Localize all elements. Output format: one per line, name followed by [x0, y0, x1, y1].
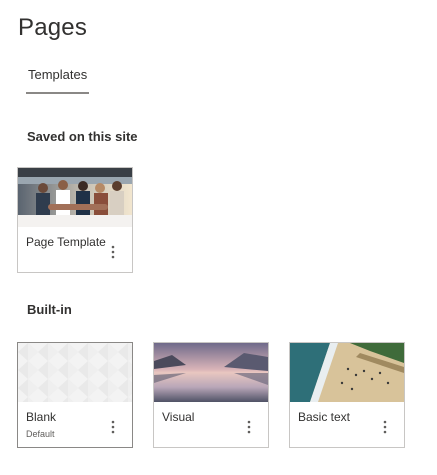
template-thumbnail — [18, 168, 132, 227]
more-vertical-icon — [247, 420, 251, 434]
more-options-button[interactable] — [108, 419, 118, 435]
template-card-page-template[interactable]: Page Template — [17, 167, 133, 273]
tab-templates[interactable]: Templates — [26, 67, 90, 94]
template-card-name: Page Template — [26, 235, 106, 249]
template-card-name: Blank — [26, 410, 57, 424]
template-card-basic-text[interactable]: Basic text — [289, 342, 405, 448]
template-card-name: Basic text — [298, 410, 351, 424]
template-thumbnail — [18, 343, 132, 402]
template-card-visual[interactable]: Visual — [153, 342, 269, 448]
section-heading-saved: Saved on this site — [27, 129, 138, 144]
more-options-button[interactable] — [244, 419, 254, 435]
section-heading-builtin: Built-in — [27, 302, 72, 317]
more-options-button[interactable] — [380, 419, 390, 435]
tab-list: Templates — [26, 66, 90, 94]
more-vertical-icon — [111, 245, 115, 259]
template-card-default-label: Default — [26, 429, 55, 439]
more-vertical-icon — [111, 420, 115, 434]
more-options-button[interactable] — [108, 244, 118, 260]
template-thumbnail — [290, 343, 404, 402]
page-title: Pages — [18, 14, 88, 41]
more-vertical-icon — [383, 420, 387, 434]
template-thumbnail — [154, 343, 268, 402]
template-card-name: Visual — [162, 410, 195, 424]
template-card-blank[interactable]: Blank Default — [17, 342, 133, 448]
